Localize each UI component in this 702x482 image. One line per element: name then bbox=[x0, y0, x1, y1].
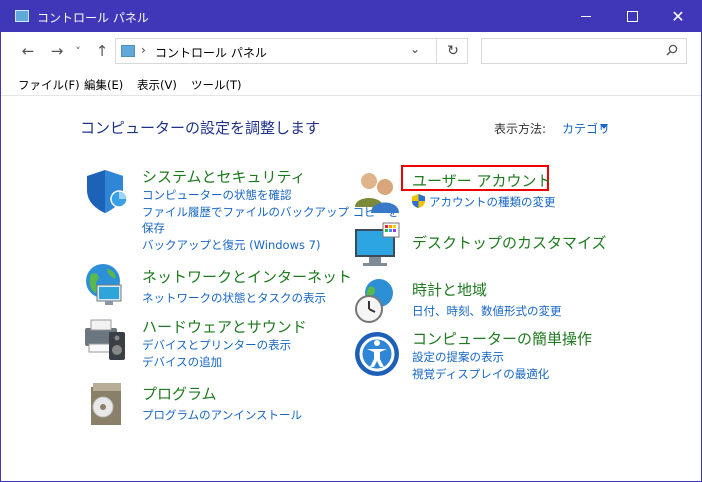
link-backup-restore[interactable]: バックアップと復元 (Windows 7) bbox=[142, 237, 320, 253]
breadcrumb-separator[interactable]: › bbox=[141, 43, 146, 57]
link-network-status-tasks[interactable]: ネットワークの状態とタスクの表示 bbox=[142, 290, 326, 306]
forward-arrow-icon: → bbox=[50, 42, 64, 60]
refresh-button[interactable]: ↻ bbox=[436, 39, 469, 63]
forward-button[interactable]: → bbox=[48, 42, 66, 60]
menu-edit[interactable]: 編集(E) bbox=[84, 77, 123, 93]
title-bar: コントロール パネル ✕ bbox=[1, 1, 701, 32]
close-button[interactable]: ✕ bbox=[655, 1, 701, 32]
refresh-icon: ↻ bbox=[447, 43, 459, 59]
user-accounts-icon bbox=[355, 173, 399, 213]
close-icon: ✕ bbox=[671, 6, 685, 26]
category-system-security[interactable]: システムとセキュリティ bbox=[142, 166, 306, 187]
up-button[interactable]: ↑ bbox=[93, 42, 111, 60]
chevron-down-icon: ˅ bbox=[75, 44, 81, 58]
back-arrow-icon: ← bbox=[21, 42, 35, 60]
category-user-accounts[interactable]: ユーザー アカウント bbox=[412, 170, 551, 191]
control-panel-window: コントロール パネル ✕ ← → ˅ ↑ › コントロール パネル ⌄ ↻ ファ… bbox=[0, 0, 702, 482]
uac-shield-icon bbox=[412, 194, 425, 208]
link-change-account-type[interactable]: アカウントの種類の変更 bbox=[429, 194, 556, 210]
link-change-date-time-format[interactable]: 日付、時刻、数値形式の変更 bbox=[412, 303, 562, 319]
minimize-icon bbox=[581, 16, 591, 17]
up-arrow-icon: ↑ bbox=[95, 42, 109, 60]
printer-speaker-icon bbox=[85, 319, 125, 360]
view-by-label: 表示方法: bbox=[494, 122, 547, 136]
category-programs[interactable]: プログラム bbox=[142, 383, 217, 404]
category-network-internet[interactable]: ネットワークとインターネット bbox=[142, 266, 352, 287]
link-let-windows-suggest[interactable]: 設定の提案の表示 bbox=[412, 349, 504, 365]
search-icon bbox=[666, 44, 678, 56]
navigation-bar: ← → ˅ ↑ › コントロール パネル ⌄ ↻ bbox=[1, 32, 701, 72]
ease-of-access-icon bbox=[355, 332, 399, 376]
control-panel-icon bbox=[121, 45, 135, 57]
link-optimize-visual-display[interactable]: 視覚ディスプレイの最適化 bbox=[412, 366, 549, 382]
security-shield-icon bbox=[87, 170, 128, 213]
minimize-button[interactable] bbox=[563, 1, 609, 32]
maximize-icon bbox=[626, 11, 638, 22]
programs-box-icon bbox=[91, 383, 121, 425]
menu-bar: ファイル(F) 編集(E) 表示(V) ツール(T) bbox=[1, 73, 701, 96]
window-title: コントロール パネル bbox=[37, 11, 149, 25]
link-add-device[interactable]: デバイスの追加 bbox=[142, 354, 222, 370]
recent-locations-button[interactable]: ˅ bbox=[72, 42, 84, 60]
address-dropdown-icon[interactable]: ⌄ bbox=[410, 42, 420, 56]
category-desktop-customization[interactable]: デスクトップのカスタマイズ bbox=[412, 232, 607, 253]
desktop-personalize-icon bbox=[355, 222, 400, 266]
category-ease-of-access[interactable]: コンピューターの簡単操作 bbox=[412, 328, 592, 349]
link-check-computer-status[interactable]: コンピューターの状態を確認 bbox=[142, 187, 292, 203]
menu-file[interactable]: ファイル(F) bbox=[18, 77, 80, 93]
control-panel-app-icon bbox=[15, 10, 29, 22]
clock-globe-icon bbox=[355, 279, 393, 323]
menu-tools[interactable]: ツール(T) bbox=[191, 77, 242, 93]
link-devices-printers[interactable]: デバイスとプリンターの表示 bbox=[142, 337, 291, 353]
category-hardware-sound[interactable]: ハードウェアとサウンド bbox=[142, 316, 307, 337]
page-heading: コンピューターの設定を調整します bbox=[80, 119, 321, 137]
network-globe-icon bbox=[86, 264, 122, 305]
breadcrumb-control-panel[interactable]: コントロール パネル bbox=[155, 44, 267, 61]
search-input[interactable] bbox=[481, 38, 687, 64]
menu-view[interactable]: 表示(V) bbox=[137, 77, 177, 93]
category-clock-region[interactable]: 時計と地域 bbox=[412, 279, 487, 300]
link-file-history-save[interactable]: 保存 bbox=[142, 220, 165, 236]
chevron-down-icon[interactable] bbox=[600, 124, 608, 129]
maximize-button[interactable] bbox=[609, 1, 655, 32]
back-button[interactable]: ← bbox=[19, 42, 37, 60]
link-uninstall-program[interactable]: プログラムのアンインストール bbox=[142, 407, 302, 423]
address-bar[interactable]: › コントロール パネル ⌄ ↻ bbox=[115, 38, 468, 64]
